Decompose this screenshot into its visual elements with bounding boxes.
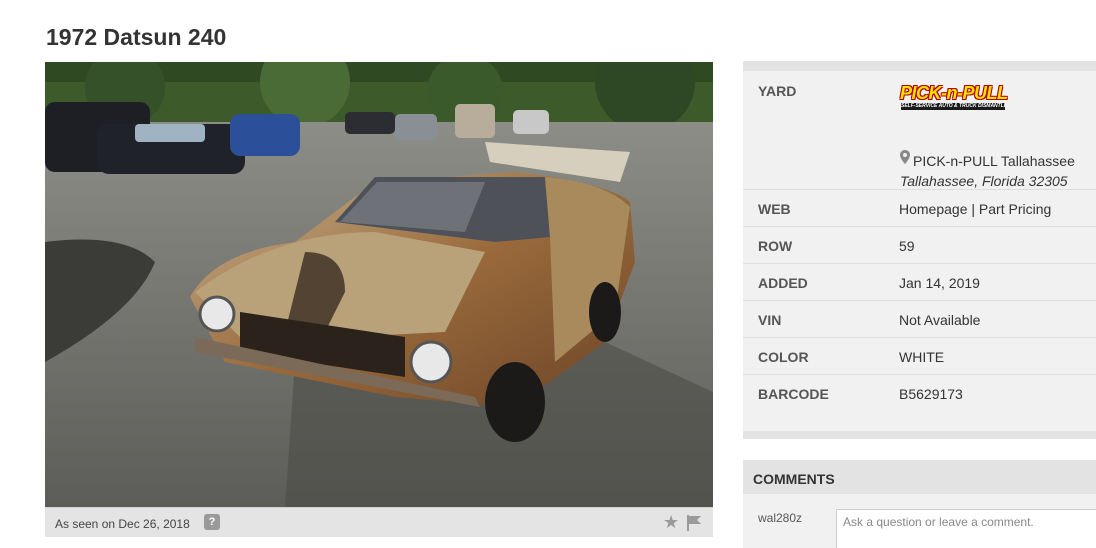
help-icon[interactable]: ? [204,514,220,530]
added-value: Jan 14, 2019 [899,275,980,291]
page-title: 1972 Datsun 240 [46,24,227,50]
vehicle-photo-image [45,62,713,507]
yard-name: PICK-n-PULL Tallahassee [913,153,1075,169]
comments-section: COMMENTS wal280z [743,460,1096,548]
part-pricing-link[interactable]: Part Pricing [979,201,1051,217]
vehicle-info-panel: YARD PICK-n-PULL SELF-SERVICE AUTO & TRU… [743,61,1096,439]
yard-city: Tallahassee, Florida 32305 [900,173,1068,189]
logo-tagline: SELF-SERVICE AUTO & TRUCK DISMANTLERS [901,103,1005,110]
comment-username: wal280z [758,511,803,525]
color-row: COLOR WHITE [743,338,1096,375]
web-label: WEB [758,201,791,217]
star-icon[interactable]: ★ [663,512,679,532]
color-value: WHITE [899,349,945,365]
photo-caption-bar: As seen on Dec 26, 2018 ? ★ [45,507,713,537]
row-label: ROW [758,238,793,254]
photo-date-caption: As seen on Dec 26, 2018 [55,517,190,531]
added-row: ADDED Jan 14, 2019 [743,264,1096,301]
web-separator: | [971,201,976,217]
barcode-row: BARCODE B5629173 [743,375,1096,412]
color-label: COLOR [758,349,809,365]
comments-title: COMMENTS [753,471,835,487]
row-value: 59 [899,238,915,254]
vin-value: Not Available [899,312,981,328]
comment-input[interactable] [836,509,1096,548]
vin-row: VIN Not Available [743,301,1096,338]
web-row: WEB Homepage | Part Pricing [743,190,1096,227]
comments-header: COMMENTS [743,460,1096,494]
barcode-value: B5629173 [899,386,963,402]
flag-icon[interactable] [685,514,703,532]
location-pin-icon [900,150,910,164]
yard-row: YARD PICK-n-PULL SELF-SERVICE AUTO & TRU… [743,71,1096,190]
web-links: Homepage | Part Pricing [899,201,1051,217]
vehicle-photo[interactable] [45,62,713,507]
logo-wordmark: PICK-n-PULL [900,83,1008,103]
homepage-link[interactable]: Homepage [899,201,968,217]
barcode-label: BARCODE [758,386,829,402]
pick-n-pull-logo[interactable]: PICK-n-PULL SELF-SERVICE AUTO & TRUCK DI… [900,83,1008,111]
yard-label: YARD [758,83,797,99]
added-label: ADDED [758,275,808,291]
row-row: ROW 59 [743,227,1096,264]
vin-label: VIN [758,312,782,328]
